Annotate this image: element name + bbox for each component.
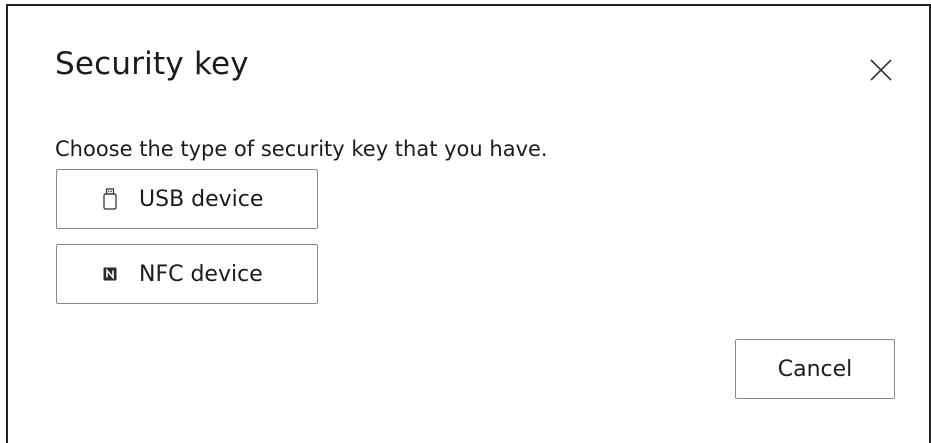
cancel-button[interactable]: Cancel: [735, 339, 895, 399]
nfc-icon: [103, 263, 117, 285]
nfc-device-button[interactable]: NFC device: [56, 244, 318, 304]
dialog-title: Security key: [55, 46, 249, 82]
nfc-device-label: NFC device: [139, 261, 263, 287]
usb-icon: [103, 188, 117, 210]
dialog-prompt: Choose the type of security key that you…: [55, 137, 548, 161]
close-icon[interactable]: [868, 57, 894, 83]
usb-device-button[interactable]: USB device: [56, 169, 318, 229]
usb-device-label: USB device: [139, 186, 264, 212]
security-key-dialog: Security key Choose the type of security…: [6, 4, 931, 443]
